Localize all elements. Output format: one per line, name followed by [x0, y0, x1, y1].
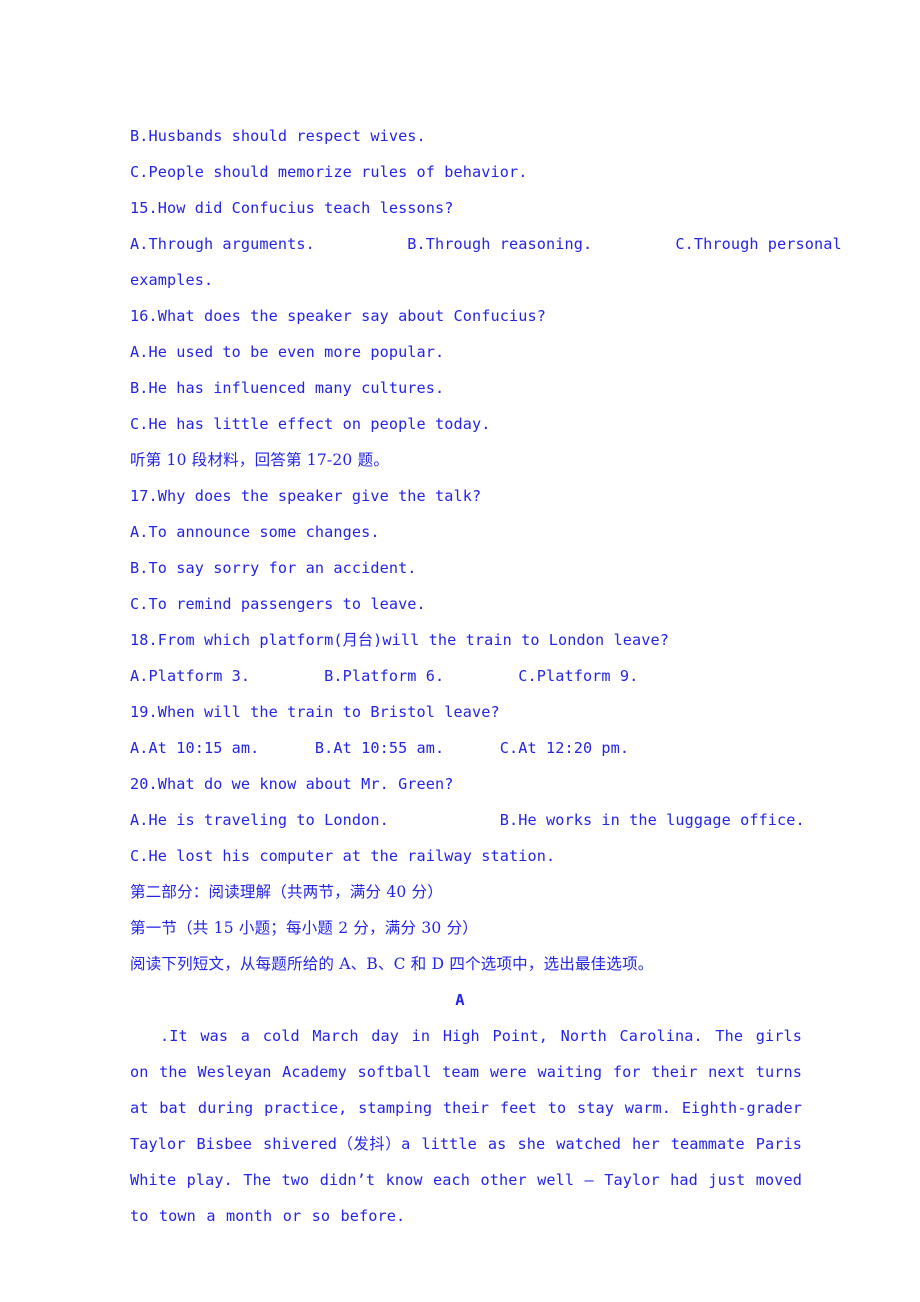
question-19: 19.When will the train to Bristol leave?	[130, 703, 500, 721]
option-17-c: C.To remind passengers to leave.	[130, 595, 426, 613]
question-18: 18.From which platform(月台)will the train…	[130, 631, 669, 649]
section-one-heading: 第一节（共 15 小题；每小题 2 分，满分 30 分）	[130, 919, 478, 937]
question-20: 20.What do we know about Mr. Green?	[130, 775, 454, 793]
page-content: B.Husbands should respect wives. C.Peopl…	[130, 118, 842, 1234]
question-19-options: A.At 10:15 am. B.At 10:55 am. C.At 12:20…	[130, 739, 630, 757]
option-16-b: B.He has influenced many cultures.	[130, 379, 445, 397]
passage-label-a: A	[455, 991, 465, 1009]
question-18-options: A.Platform 3. B.Platform 6. C.Platform 9…	[130, 667, 639, 685]
listening-material-10-instruction: 听第 10 段材料，回答第 17-20 题。	[130, 451, 390, 469]
question-15-options-continued: examples.	[130, 271, 214, 289]
passage-paragraph: .It was a cold March day in High Point, …	[130, 1027, 802, 1225]
option-16-a: A.He used to be even more popular.	[130, 343, 445, 361]
option-16-c: C.He has little effect on people today.	[130, 415, 491, 433]
option-17-b: B.To say sorry for an accident.	[130, 559, 417, 577]
part-two-heading: 第二部分：阅读理解（共两节，满分 40 分）	[130, 883, 443, 901]
option-20-c: C.He lost his computer at the railway st…	[130, 847, 556, 865]
question-17: 17.Why does the speaker give the talk?	[130, 487, 482, 505]
question-15-options: A.Through arguments. B.Through reasoning…	[130, 235, 842, 253]
option-14-c: C.People should memorize rules of behavi…	[130, 163, 528, 181]
section-one-instruction: 阅读下列短文，从每题所给的 A、B、C 和 D 四个选项中，选出最佳选项。	[130, 955, 654, 973]
question-15: 15.How did Confucius teach lessons?	[130, 199, 454, 217]
option-14-b: B.Husbands should respect wives.	[130, 127, 426, 145]
exam-page: B.Husbands should respect wives. C.Peopl…	[0, 0, 920, 1302]
question-20-options-ab: A.He is traveling to London. B.He works …	[130, 811, 805, 829]
question-16: 16.What does the speaker say about Confu…	[130, 307, 546, 325]
option-17-a: A.To announce some changes.	[130, 523, 380, 541]
